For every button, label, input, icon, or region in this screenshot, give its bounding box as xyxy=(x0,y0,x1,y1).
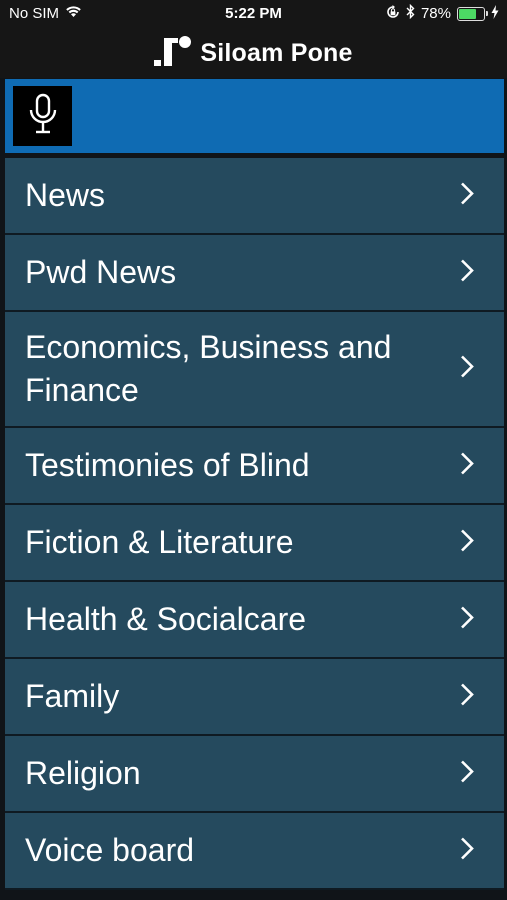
chevron-right-icon xyxy=(460,836,474,865)
menu-item-voice-board[interactable]: Voice board xyxy=(5,813,504,890)
chevron-right-icon xyxy=(460,759,474,788)
battery-fill xyxy=(459,8,477,19)
menu-item-label: Testimonies of Blind xyxy=(25,447,310,483)
bluetooth-icon xyxy=(406,3,415,23)
menu-item-pwd-news[interactable]: Pwd News xyxy=(5,235,504,312)
charging-bolt-icon xyxy=(491,4,499,23)
menu-item-label: Health & Socialcare xyxy=(25,601,307,637)
menu-item-news[interactable]: News xyxy=(5,158,504,235)
microphone-button[interactable] xyxy=(13,86,72,146)
app-title: Siloam Pone xyxy=(200,38,353,67)
menu-item-label: News xyxy=(25,177,106,213)
menu-item-label: Economics, Business and Finance xyxy=(25,329,392,408)
status-bar: No SIM 5:22 PM 78% xyxy=(0,0,507,28)
chevron-right-icon xyxy=(460,355,474,384)
menu-item-label: Family xyxy=(25,678,120,714)
orientation-lock-icon xyxy=(386,4,400,23)
category-list: News Pwd News Economics, Business and Fi… xyxy=(5,158,504,890)
menu-item-label: Pwd News xyxy=(25,254,177,290)
chevron-right-icon xyxy=(460,451,474,480)
menu-item-fiction[interactable]: Fiction & Literature xyxy=(5,505,504,582)
chevron-right-icon xyxy=(460,682,474,711)
menu-item-economics[interactable]: Economics, Business and Finance xyxy=(5,312,504,428)
battery-icon xyxy=(457,6,488,21)
brand: Siloam Pone xyxy=(154,34,352,73)
siloam-logo xyxy=(154,34,192,73)
battery-percent: 78% xyxy=(420,5,451,22)
microphone-icon xyxy=(28,93,58,140)
menu-item-label: Fiction & Literature xyxy=(25,524,294,560)
menu-item-family[interactable]: Family xyxy=(5,659,504,736)
header-bar: Siloam Pone xyxy=(0,28,507,78)
menu-item-label: Religion xyxy=(25,755,141,791)
status-right: 78% xyxy=(386,3,499,23)
menu-item-testimonies[interactable]: Testimonies of Blind xyxy=(5,428,504,505)
menu-item-religion[interactable]: Religion xyxy=(5,736,504,813)
chevron-right-icon xyxy=(460,258,474,287)
chevron-right-icon xyxy=(460,528,474,557)
chevron-right-icon xyxy=(460,181,474,210)
menu-item-label: Voice board xyxy=(25,832,195,868)
chevron-right-icon xyxy=(460,605,474,634)
search-bar[interactable] xyxy=(5,79,504,153)
menu-item-health[interactable]: Health & Socialcare xyxy=(5,582,504,659)
